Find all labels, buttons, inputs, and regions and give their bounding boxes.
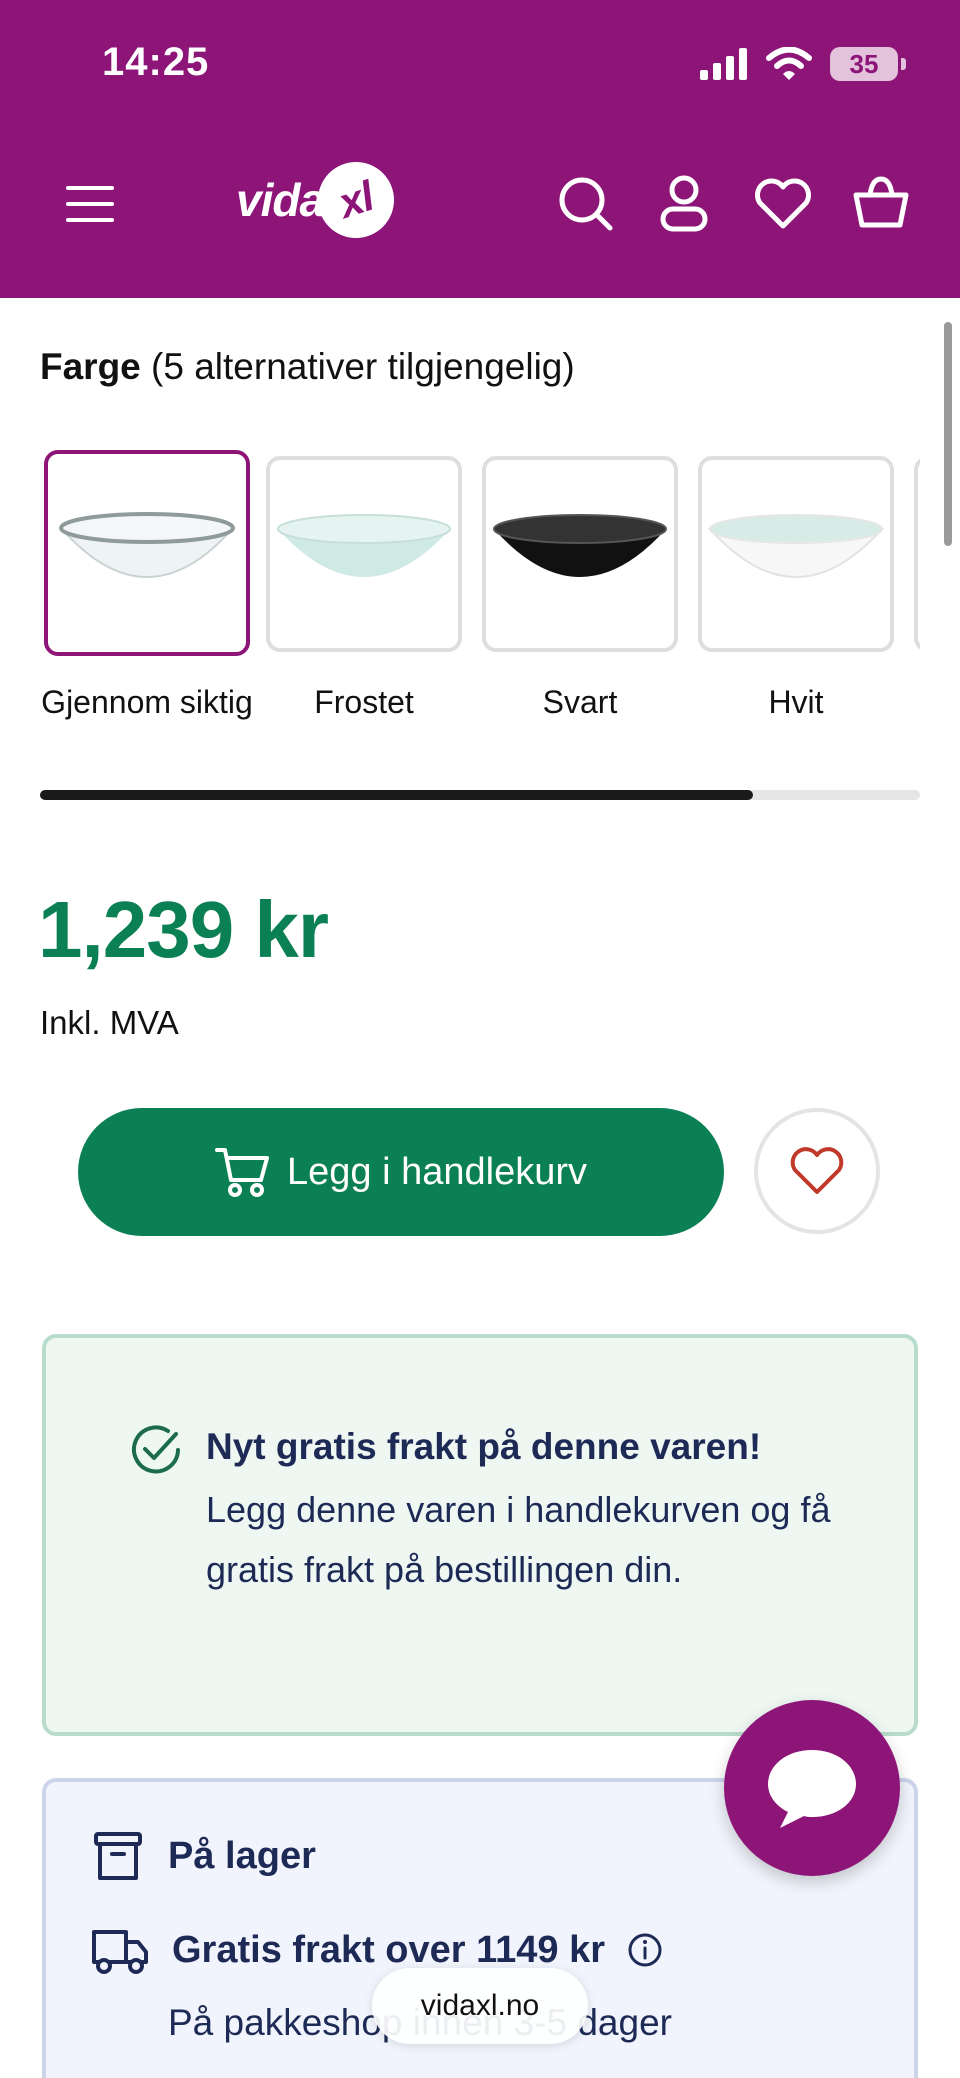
basket-icon bbox=[853, 176, 909, 228]
swatch-label-hvit: Hvit bbox=[686, 676, 906, 728]
basket-button[interactable] bbox=[848, 170, 914, 236]
promo-title: Nyt gratis frakt på denne varen! bbox=[206, 1426, 762, 1467]
clear-bowl-image bbox=[58, 512, 236, 578]
shipping-row: Gratis frakt over 1149 kr bbox=[90, 1924, 663, 1976]
logo-text: vida bbox=[236, 174, 325, 226]
color-heading-label: Farge bbox=[40, 346, 141, 387]
browser-url-pill[interactable]: vidaxl.no bbox=[372, 1968, 588, 2044]
color-heading-count: (5 alternativer tilgjengelig) bbox=[140, 346, 575, 387]
menu-button[interactable] bbox=[58, 176, 122, 232]
wifi-icon bbox=[766, 47, 812, 80]
info-icon[interactable] bbox=[627, 1932, 663, 1968]
swatch-label-text: Hvit bbox=[768, 684, 824, 720]
swatch-label-text: Frostet bbox=[314, 684, 414, 720]
status-time: 14:25 bbox=[102, 40, 210, 84]
menu-icon bbox=[66, 186, 114, 222]
cart-icon bbox=[215, 1148, 269, 1197]
promo-text: Legg denne varen i handlekurven og få gr… bbox=[206, 1489, 831, 1590]
add-to-cart-button[interactable]: Legg i handlekurv bbox=[78, 1108, 724, 1236]
signal-icon bbox=[700, 48, 747, 80]
stock-row: På lager bbox=[90, 1828, 316, 1884]
account-icon bbox=[660, 175, 708, 232]
heart-icon bbox=[755, 178, 811, 229]
add-to-wishlist-button[interactable] bbox=[754, 1108, 880, 1234]
check-circle-icon bbox=[132, 1425, 180, 1474]
search-icon bbox=[559, 177, 613, 231]
swatch-partial[interactable] bbox=[914, 456, 920, 652]
color-swatch-carousel[interactable]: Gjennom siktig Frostet Svart Hvit bbox=[40, 450, 920, 770]
frosted-bowl-image bbox=[277, 514, 451, 577]
chat-bubble-icon bbox=[768, 1750, 856, 1828]
chat-button[interactable] bbox=[724, 1700, 900, 1876]
swatch-label-frostet: Frostet bbox=[254, 676, 474, 728]
swatch-hvit[interactable] bbox=[698, 456, 894, 652]
swatch-label-text: Gjennom siktig bbox=[41, 684, 253, 720]
heart-outline-icon bbox=[790, 1147, 844, 1194]
white-bowl-image bbox=[707, 514, 885, 578]
stock-label: På lager bbox=[168, 1834, 316, 1877]
vat-note: Inkl. MVA bbox=[40, 1004, 179, 1041]
swatch-scroll-track[interactable] bbox=[40, 790, 920, 800]
app-header: 14:25 35 vida xl bbox=[0, 0, 960, 298]
add-to-cart-label: Legg i handlekurv bbox=[287, 1150, 587, 1193]
swatch-label-gjennomsiktig: Gjennom siktig bbox=[40, 676, 257, 728]
swatch-frostet[interactable] bbox=[266, 456, 462, 652]
truck-icon bbox=[92, 1930, 148, 1974]
vidaxl-logo[interactable]: vida xl bbox=[236, 152, 404, 248]
shipping-label: Gratis frakt over 1149 kr bbox=[172, 1928, 606, 1971]
black-bowl-image bbox=[493, 514, 667, 577]
color-heading: Farge (5 alternativer tilgjengelig) bbox=[40, 346, 575, 388]
browser-url: vidaxl.no bbox=[420, 1989, 540, 2022]
status-icons: 35 bbox=[700, 44, 906, 84]
logo-badge: xl bbox=[308, 152, 404, 248]
swatch-label-text: Svart bbox=[542, 684, 618, 720]
product-price: 1,239 kr bbox=[38, 885, 329, 974]
page-scrollbar[interactable] bbox=[944, 322, 952, 546]
search-button[interactable] bbox=[554, 172, 618, 236]
account-button[interactable] bbox=[652, 172, 716, 236]
box-icon bbox=[94, 1832, 142, 1880]
battery-indicator: 35 bbox=[830, 47, 906, 81]
free-shipping-promo: Nyt gratis frakt på denne varen! Legg de… bbox=[42, 1334, 918, 1736]
swatch-label-svart: Svart bbox=[470, 676, 690, 728]
swatch-gjennomsiktig[interactable] bbox=[44, 450, 250, 656]
swatch-svart[interactable] bbox=[482, 456, 678, 652]
swatch-scroll-thumb[interactable] bbox=[40, 790, 753, 800]
wishlist-button[interactable] bbox=[748, 172, 818, 236]
